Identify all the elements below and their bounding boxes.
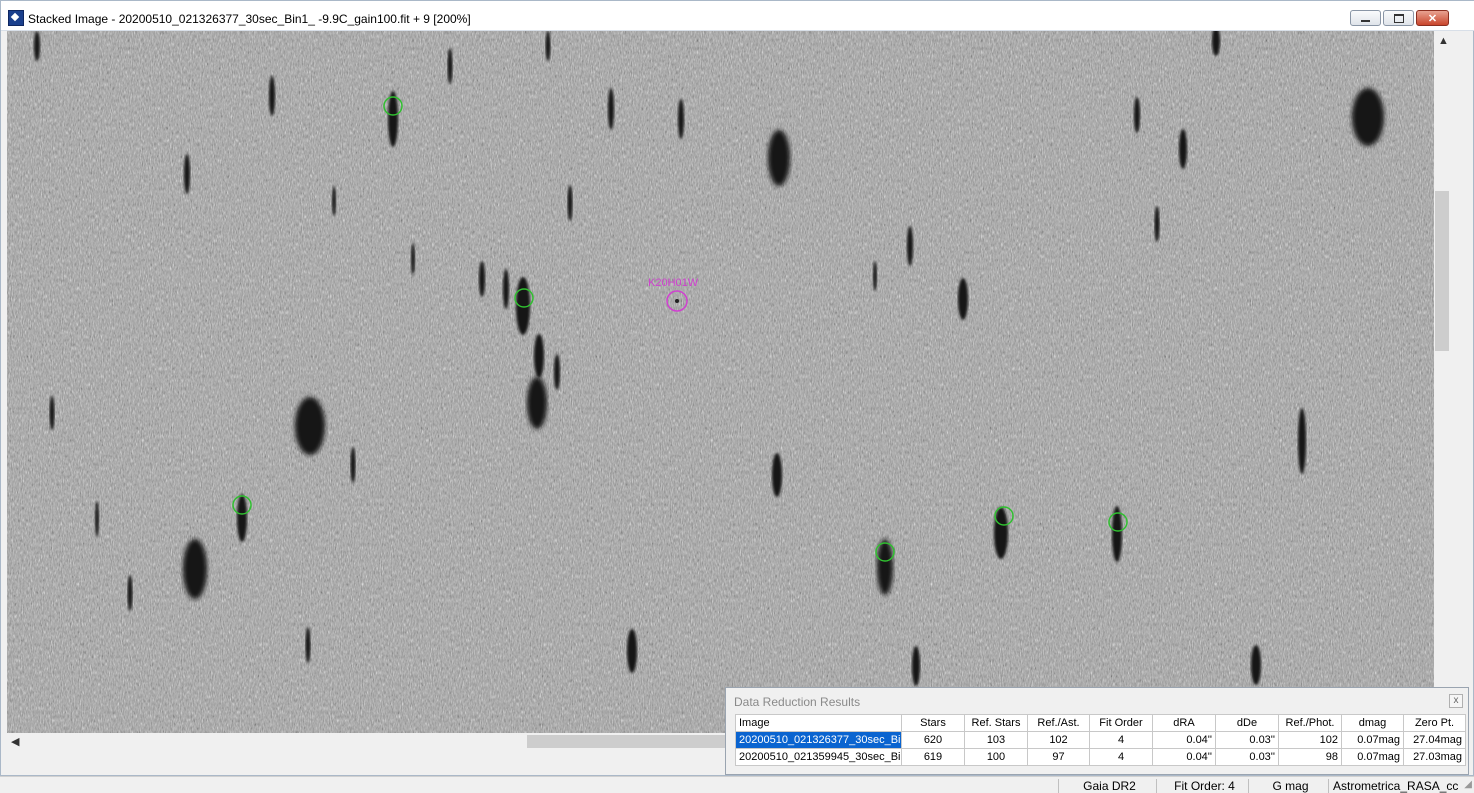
star-streak	[388, 91, 398, 147]
vertical-scroll-thumb[interactable]	[1435, 191, 1449, 351]
star-streak	[295, 397, 325, 455]
window-title: Stacked Image - 20200510_021326377_30sec…	[28, 12, 471, 26]
cell-fit-order: 4	[1089, 731, 1153, 749]
cell-dde: 0.03''	[1215, 748, 1279, 766]
target-object-dot	[675, 299, 679, 303]
app-icon[interactable]	[8, 10, 24, 26]
star-streak	[877, 539, 893, 595]
cell-ref-phot: 98	[1278, 748, 1342, 766]
star-streak	[1179, 129, 1187, 169]
col-fit-order[interactable]: Fit Order	[1089, 714, 1153, 732]
stacked-image-canvas[interactable]: K20H01W	[7, 31, 1434, 733]
table-row[interactable]: 20200510_021326377_30sec_Bin 620 103 102…	[735, 731, 1466, 749]
cell-dra: 0.04''	[1152, 748, 1216, 766]
star-streak	[1352, 88, 1384, 146]
star-streak	[567, 185, 573, 221]
cell-dmag: 0.07mag	[1341, 731, 1404, 749]
col-ref-stars[interactable]: Ref. Stars	[964, 714, 1028, 732]
col-stars[interactable]: Stars	[901, 714, 965, 732]
status-bar: Gaia DR2 Fit Order: 4 G mag Astrometrica…	[0, 776, 1474, 793]
col-ref-phot[interactable]: Ref./Phot.	[1278, 714, 1342, 732]
star-streak	[678, 99, 684, 139]
stacked-image-window: Stacked Image - 20200510_021326377_30sec…	[0, 0, 1474, 776]
data-reduction-panel: Data Reduction Results x Image Stars Ref…	[725, 687, 1469, 775]
cell-zero-pt: 27.04mag	[1403, 731, 1466, 749]
star-streak	[554, 354, 560, 390]
panel-title: Data Reduction Results	[734, 695, 861, 709]
cell-image[interactable]: 20200510_021359945_30sec_Bin	[735, 748, 902, 766]
star-streak	[873, 261, 877, 291]
col-dra[interactable]: dRA	[1152, 714, 1216, 732]
cell-ref-phot: 102	[1278, 731, 1342, 749]
scroll-left-icon[interactable]: ◀	[11, 735, 19, 748]
star-streak	[332, 186, 336, 216]
star-streak	[127, 575, 133, 611]
star-streak	[994, 507, 1008, 559]
target-object-label: K20H01W	[648, 277, 699, 289]
star-streak	[350, 447, 356, 483]
star-streak	[534, 334, 544, 378]
star-streak	[184, 154, 190, 194]
star-streak	[95, 501, 99, 537]
status-config: Astrometrica_RASA_cc	[1328, 779, 1460, 793]
cell-ref-stars: 103	[964, 731, 1028, 749]
cell-ref-ast: 102	[1027, 731, 1090, 749]
star-streak	[305, 627, 311, 663]
cell-dde: 0.03''	[1215, 731, 1279, 749]
status-catalog: Gaia DR2	[1058, 779, 1156, 793]
maximize-button[interactable]	[1383, 10, 1414, 26]
star-streak	[1134, 97, 1140, 133]
table-row[interactable]: 20200510_021359945_30sec_Bin 619 100 97 …	[735, 748, 1466, 766]
col-dmag[interactable]: dmag	[1341, 714, 1404, 732]
star-streak	[772, 453, 782, 497]
vertical-scrollbar[interactable]: ▲	[1434, 31, 1451, 733]
star-streak	[1251, 645, 1261, 685]
status-band: G mag	[1248, 779, 1328, 793]
star-streak	[958, 278, 968, 320]
star-streak	[912, 646, 920, 686]
star-streak	[49, 396, 55, 430]
star-streak	[627, 629, 637, 673]
star-streak	[503, 269, 509, 309]
close-button[interactable]: ✕	[1416, 10, 1449, 26]
star-streak	[545, 31, 551, 61]
star-streak	[269, 76, 275, 116]
cell-dmag: 0.07mag	[1341, 748, 1404, 766]
resize-grip-icon[interactable]: ◢	[1464, 779, 1472, 790]
panel-close-icon[interactable]: x	[1449, 694, 1463, 708]
col-zero-pt[interactable]: Zero Pt.	[1403, 714, 1466, 732]
horizontal-scrollbar[interactable]: ◀	[7, 733, 727, 750]
col-ref-ast[interactable]: Ref./Ast.	[1027, 714, 1090, 732]
star-streak	[907, 226, 913, 266]
cell-ref-ast: 97	[1027, 748, 1090, 766]
star-streak	[237, 494, 247, 542]
table-header-row: Image Stars Ref. Stars Ref./Ast. Fit Ord…	[735, 714, 1466, 732]
cell-stars: 619	[901, 748, 965, 766]
star-streak	[183, 539, 207, 599]
star-streak	[34, 31, 40, 61]
star-streak	[447, 48, 453, 84]
star-streak	[1298, 408, 1306, 474]
cell-fit-order: 4	[1089, 748, 1153, 766]
horizontal-scroll-thumb[interactable]	[527, 735, 727, 748]
star-streak	[527, 377, 547, 429]
astro-image[interactable]: K20H01W	[7, 31, 1434, 733]
star-streak	[411, 243, 415, 275]
cell-stars: 620	[901, 731, 965, 749]
scroll-up-icon[interactable]: ▲	[1438, 35, 1449, 47]
cell-dra: 0.04''	[1152, 731, 1216, 749]
minimize-button[interactable]	[1350, 10, 1381, 26]
col-dde[interactable]: dDe	[1215, 714, 1279, 732]
cell-zero-pt: 27.03mag	[1403, 748, 1466, 766]
star-streak	[479, 261, 485, 297]
star-streak	[608, 88, 614, 130]
title-bar[interactable]: Stacked Image - 20200510_021326377_30sec…	[1, 1, 1474, 31]
star-streak	[1154, 206, 1160, 242]
status-fit-order: Fit Order: 4	[1156, 779, 1248, 793]
star-streak	[768, 130, 790, 186]
results-table: Image Stars Ref. Stars Ref./Ast. Fit Ord…	[735, 714, 1466, 766]
cell-ref-stars: 100	[964, 748, 1028, 766]
cell-image[interactable]: 20200510_021326377_30sec_Bin	[735, 731, 902, 749]
col-image[interactable]: Image	[735, 714, 902, 732]
